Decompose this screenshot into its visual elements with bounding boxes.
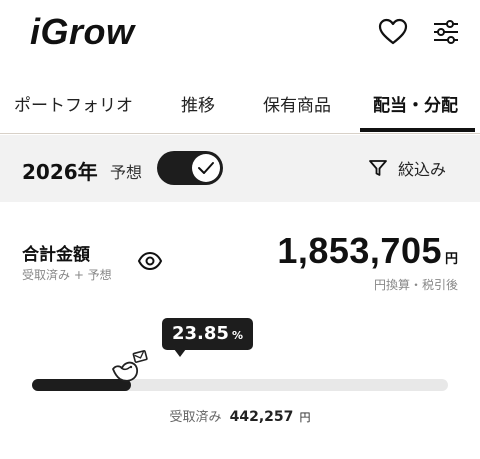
- bird-mascot-icon: [110, 349, 154, 389]
- app-header: iGrow: [0, 0, 480, 64]
- active-tab-indicator: [360, 128, 475, 132]
- tab-trend[interactable]: 推移: [181, 91, 215, 116]
- settings-sliders-icon[interactable]: [430, 16, 462, 48]
- eye-icon[interactable]: [137, 250, 163, 272]
- narrow-filter-button[interactable]: 絞込み: [368, 156, 446, 180]
- forecast-label: 予想: [110, 163, 143, 182]
- toggle-knob: [192, 154, 220, 182]
- total-amount-value: 1,853,705: [277, 230, 442, 271]
- year-selector[interactable]: 2026年: [22, 156, 98, 185]
- tab-holdings[interactable]: 保有商品: [263, 91, 331, 116]
- received-summary: 受取済み 442,257 円: [0, 406, 480, 425]
- funnel-icon: [369, 160, 387, 176]
- progress-percent-sign: %: [231, 329, 243, 342]
- main-tabs: ポートフォリオ 推移 保有商品 配当・分配: [0, 76, 480, 134]
- amount-note: 円換算・税引後: [373, 278, 458, 292]
- received-amount: 442,257: [229, 409, 294, 425]
- check-icon: [198, 162, 214, 174]
- total-subtitle: 受取済み + 予想: [22, 268, 112, 282]
- forecast-toggle[interactable]: [157, 151, 223, 185]
- total-amount: 1,853,705 円: [277, 230, 458, 272]
- tab-portfolio[interactable]: ポートフォリオ: [14, 91, 133, 116]
- narrow-filter-label: 絞込み: [398, 160, 447, 179]
- badge-tail: [174, 349, 186, 357]
- progress-badge: 23.85 %: [162, 318, 253, 357]
- received-unit: 円: [299, 411, 311, 424]
- filter-bar: 2026年 予想 絞込み: [0, 135, 480, 202]
- progress-percent: 23.85: [172, 323, 229, 344]
- favorite-heart-icon[interactable]: [377, 16, 409, 48]
- progress-track: [32, 379, 448, 391]
- app-logo: iGrow: [30, 11, 135, 52]
- total-amount-unit: 円: [444, 252, 458, 267]
- total-title: 合計金額: [22, 245, 90, 265]
- received-label: 受取済み: [169, 410, 222, 425]
- tab-dividends[interactable]: 配当・分配: [373, 91, 458, 116]
